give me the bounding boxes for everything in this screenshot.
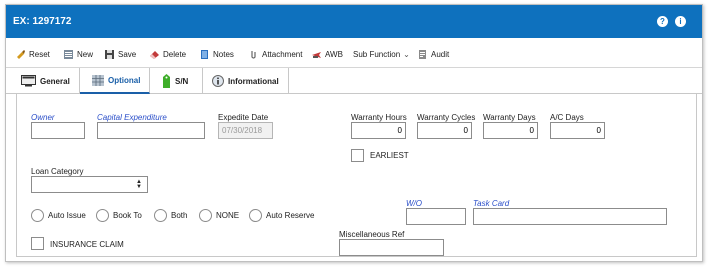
delete-eraser-icon (149, 49, 160, 60)
tab-serial-number-label: S/N (175, 76, 189, 86)
loan-category-label: Loan Category (31, 167, 84, 176)
warranty-cycles-label: Warranty Cycles (417, 113, 476, 122)
new-label: New (77, 49, 94, 59)
auto-reserve-label: Auto Reserve (266, 211, 315, 220)
audit-document-icon (417, 49, 428, 60)
info-icon (212, 75, 224, 87)
paperclip-icon (248, 49, 259, 60)
attachment-label: Attachment (262, 49, 303, 59)
earliest-label: EARLIEST (370, 151, 409, 160)
none-radio[interactable] (199, 209, 212, 222)
insurance-claim-checkbox[interactable] (31, 237, 44, 250)
audit-button[interactable]: Audit (417, 47, 449, 61)
none-label: NONE (216, 211, 240, 220)
tab-general-label: General (40, 76, 70, 86)
wo-label: W/O (406, 199, 422, 208)
notes-button[interactable]: Notes (199, 47, 234, 61)
notes-book-icon (199, 49, 210, 60)
expedite-date-input (218, 122, 273, 139)
info-circle-icon[interactable]: i (675, 16, 686, 27)
delete-label: Delete (163, 49, 187, 59)
auto-reserve-radio[interactable] (249, 209, 262, 222)
new-document-icon (63, 49, 74, 60)
tab-optional-label: Optional (108, 75, 141, 85)
exchange-window: EX: 1297172 ? i Reset New Save Delete No… (5, 4, 703, 262)
miscellaneous-ref-label: Miscellaneous Ref (339, 230, 405, 239)
task-card-input[interactable] (473, 208, 667, 225)
tab-serial-number[interactable]: S/N (150, 68, 203, 94)
wo-input[interactable] (406, 208, 466, 225)
awb-button[interactable]: AWB (311, 47, 343, 61)
task-card-label: Task Card (473, 199, 510, 208)
audit-label: Audit (431, 49, 450, 59)
book-to-radio[interactable] (96, 209, 109, 222)
warranty-hours-label: Warranty Hours (351, 113, 407, 122)
save-button[interactable]: Save (104, 47, 136, 61)
monitor-icon (21, 75, 36, 87)
capital-expenditure-label: Capital Expenditure (97, 113, 167, 122)
expedite-date-label: Expedite Date (218, 113, 269, 122)
airplane-icon (311, 49, 322, 60)
warranty-hours-input[interactable] (351, 122, 406, 139)
tab-optional[interactable]: Optional (80, 68, 150, 94)
toolbar: Reset New Save Delete Notes Attachment A… (6, 38, 702, 68)
save-label: Save (118, 49, 137, 59)
owner-input[interactable] (31, 122, 85, 139)
book-to-label: Book To (113, 211, 142, 220)
notes-label: Notes (213, 49, 234, 59)
window-title: EX: 1297172 (13, 16, 72, 27)
auto-issue-radio[interactable] (31, 209, 44, 222)
title-bar: EX: 1297172 ? i (6, 5, 702, 38)
attachment-button[interactable]: Attachment (248, 47, 302, 61)
sub-function-label: Sub Function (353, 49, 401, 59)
owner-label: Owner (31, 113, 55, 122)
miscellaneous-ref-input[interactable] (339, 239, 444, 256)
warranty-cycles-input[interactable] (417, 122, 472, 139)
reset-label: Reset (29, 49, 50, 59)
warranty-days-input[interactable] (483, 122, 538, 139)
tab-informational-label: Informational (228, 76, 279, 86)
reset-icon (15, 49, 26, 60)
ac-days-input[interactable] (550, 122, 605, 139)
tag-icon (162, 74, 171, 88)
delete-button[interactable]: Delete (149, 47, 186, 61)
capital-expenditure-input[interactable] (97, 122, 205, 139)
ac-days-label: A/C Days (550, 113, 584, 122)
sub-function-dropdown[interactable]: Sub Function ⌄ (353, 47, 410, 61)
sort-arrows-icon: ▲ ▼ (136, 179, 142, 190)
insurance-claim-label: INSURANCE CLAIM (50, 240, 124, 249)
reset-button[interactable]: Reset (15, 47, 50, 61)
auto-issue-label: Auto Issue (48, 211, 86, 220)
loan-category-select[interactable]: ▲ ▼ (31, 176, 148, 193)
question-circle-icon[interactable]: ? (657, 16, 668, 27)
save-icon (104, 49, 115, 60)
tab-general[interactable]: General (16, 68, 80, 94)
warranty-days-label: Warranty Days (483, 113, 536, 122)
grid-icon (92, 74, 104, 86)
optional-panel: Owner Capital Expenditure Expedite Date … (16, 94, 697, 257)
new-button[interactable]: New (63, 47, 93, 61)
tab-bar: General Optional S/N Informational (6, 68, 702, 94)
tab-informational[interactable]: Informational (203, 68, 289, 94)
awb-label: AWB (325, 49, 343, 59)
earliest-checkbox[interactable] (351, 149, 364, 162)
both-radio[interactable] (154, 209, 167, 222)
both-label: Both (171, 211, 188, 220)
chevron-down-icon: ⌄ (403, 49, 410, 59)
